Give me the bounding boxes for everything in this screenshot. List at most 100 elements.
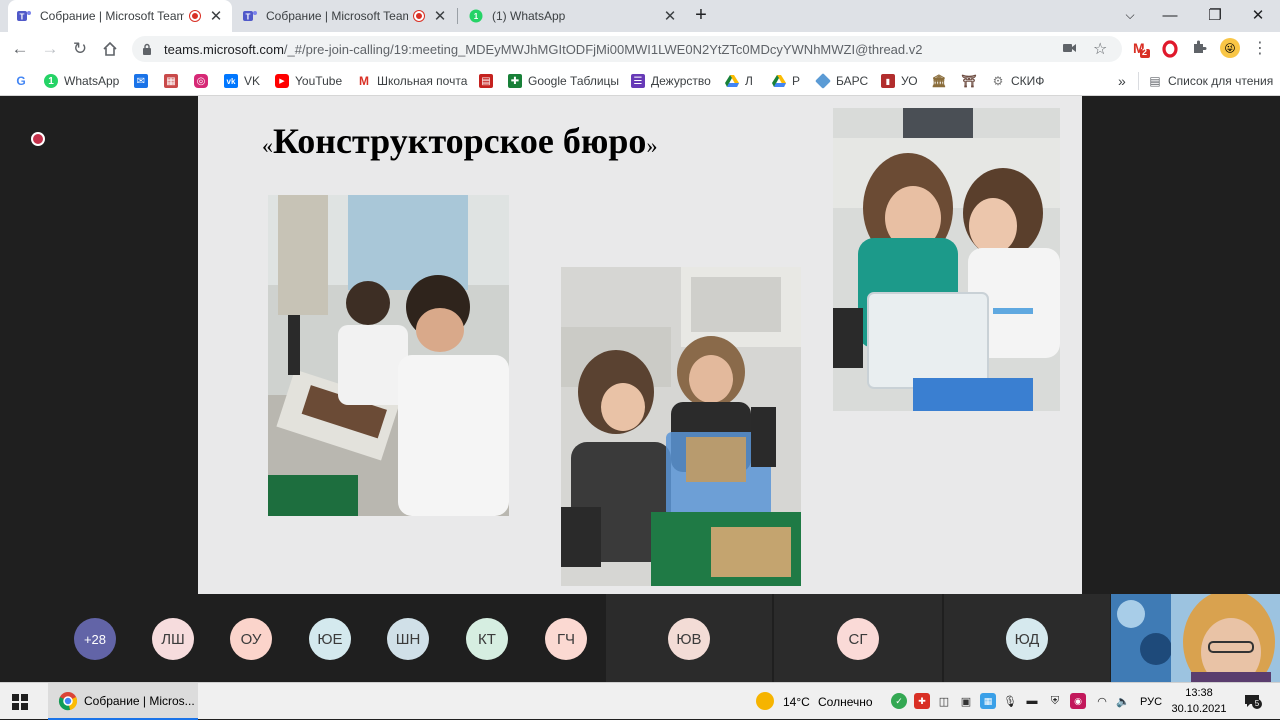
whatsapp-icon: 1: [44, 74, 58, 88]
shield-tray-icon[interactable]: ⛨: [1047, 693, 1063, 709]
clock-time: 13:38: [1185, 687, 1213, 699]
svg-text:1: 1: [474, 12, 479, 21]
participant-tile[interactable]: ЮВ: [606, 594, 772, 682]
taskbar-app-title: Собрание | Micros...: [84, 693, 195, 708]
tab-teams-second[interactable]: T Собрание | Microsoft Teams ✕: [234, 0, 456, 32]
bookmark-skif[interactable]: ⚙ СКИФ: [991, 71, 1045, 91]
microphone-tray-icon[interactable]: 🎙: [1002, 693, 1018, 709]
bookmark-duty[interactable]: ☰ Дежурство: [631, 71, 711, 91]
svg-text:T: T: [246, 13, 251, 22]
close-tab-icon[interactable]: ✕: [432, 7, 448, 25]
bookmark-drive-r[interactable]: Р: [772, 71, 800, 91]
bookmark-label: УО: [901, 74, 918, 88]
participant-avatar[interactable]: ОУ: [230, 618, 272, 660]
meeting-stage: «Конструкторское бюро»: [0, 96, 1280, 594]
opera-extension-icon[interactable]: [1162, 40, 1178, 63]
participant-tile[interactable]: ЮД: [944, 594, 1110, 682]
screenshot-tray-icon[interactable]: ▦: [980, 693, 996, 709]
bookmark-app[interactable]: ▦: [164, 71, 184, 91]
close-tab-icon[interactable]: ✕: [208, 7, 224, 25]
bookmarks-overflow-button[interactable]: »: [1118, 71, 1126, 91]
bookmark-star-icon[interactable]: ☆: [1093, 39, 1107, 59]
more-participants-button[interactable]: +28: [74, 618, 116, 660]
profile-avatar[interactable]: 😜: [1220, 38, 1240, 58]
participant-avatar[interactable]: ЮЕ: [309, 618, 351, 660]
forward-arrow-icon[interactable]: →: [38, 37, 62, 61]
minimize-button[interactable]: —: [1148, 0, 1192, 30]
bookmark-building[interactable]: 🏛: [931, 71, 952, 91]
close-window-button[interactable]: ✕: [1236, 0, 1280, 30]
back-arrow-icon[interactable]: ←: [8, 37, 32, 61]
google-icon: G: [16, 74, 26, 88]
volume-icon[interactable]: 🔈: [1115, 693, 1131, 709]
start-button[interactable]: [12, 683, 28, 720]
participant-tile[interactable]: СГ: [774, 594, 942, 682]
bookmark-mail[interactable]: ✉: [134, 71, 154, 91]
reading-list-button[interactable]: ▤ Список для чтения: [1148, 71, 1273, 91]
participant-avatar[interactable]: ЛШ: [152, 618, 194, 660]
tab-whatsapp[interactable]: 1 (1) WhatsApp ✕: [460, 0, 686, 32]
close-tab-icon[interactable]: ✕: [662, 7, 678, 25]
weather-condition[interactable]: Солнечно: [818, 683, 873, 720]
bookmark-youtube[interactable]: ▶ YouTube: [275, 71, 342, 91]
chrome-icon: [58, 691, 78, 711]
slide-photo-1: [268, 195, 509, 516]
recording-indicator-icon: [190, 11, 200, 21]
bookmark-bars[interactable]: БАРС: [815, 71, 868, 91]
bookmark-label: WhatsApp: [64, 74, 120, 88]
extensions-puzzle-icon[interactable]: [1191, 39, 1207, 60]
weather-sun-icon: [756, 692, 774, 710]
self-video-tile[interactable]: [1111, 594, 1280, 682]
notification-center-icon[interactable]: 5: [1243, 692, 1262, 710]
display-tray-icon[interactable]: ▣: [958, 693, 974, 709]
mail-extension-icon[interactable]: M 2: [1132, 40, 1150, 58]
camera-icon[interactable]: [1062, 41, 1078, 58]
bookmark-label: Школьная почта: [377, 74, 468, 88]
new-tab-button[interactable]: +: [688, 0, 714, 30]
bookmark-vk[interactable]: vk VK: [224, 71, 260, 91]
wifi-icon[interactable]: ◠: [1094, 693, 1110, 709]
bookmarks-bar: G 1 WhatsApp ✉ ▦ ◎ vk VK ▶ YouTube M Шко…: [0, 66, 1280, 96]
check-tray-icon[interactable]: ✓: [891, 693, 907, 709]
red-app-icon: ▤: [479, 74, 493, 88]
tab-strip: T Собрание | Microsoft Teams ✕ T Собрани…: [0, 0, 1280, 32]
svg-text:T: T: [20, 13, 25, 22]
reload-icon[interactable]: ↻: [68, 37, 92, 61]
tab-title: Собрание | Microsoft Teams: [266, 9, 408, 23]
tab-search-icon[interactable]: ⌵: [1108, 0, 1152, 30]
bookmark-school-mail[interactable]: M Школьная почта: [357, 71, 467, 91]
antivirus-tray-icon[interactable]: ◉: [1070, 693, 1086, 709]
participants-row: +28 ЛШ ОУ ЮЕ ШН КТ ГЧ ЮВ СГ ЮД: [0, 594, 1280, 682]
browser-menu-icon[interactable]: ⋮: [1252, 38, 1268, 58]
bookmark-red-app[interactable]: ▤: [479, 71, 499, 91]
participant-avatar[interactable]: КТ: [466, 618, 508, 660]
input-language[interactable]: РУС: [1140, 683, 1162, 720]
bookmark-instagram[interactable]: ◎: [194, 71, 214, 91]
participant-avatar[interactable]: ГЧ: [545, 618, 587, 660]
bookmark-google[interactable]: G: [14, 71, 34, 91]
clock-date: 30.10.2021: [1171, 703, 1227, 715]
bookmark-google-sheets[interactable]: ✚ Google Таблицы: [508, 71, 619, 91]
bookmark-whatsapp[interactable]: 1 WhatsApp: [44, 71, 119, 91]
tab-teams-active[interactable]: T Собрание | Microsoft Teams ✕: [8, 0, 232, 32]
tab-separator: [457, 8, 458, 24]
bookmark-drive-l[interactable]: Л: [725, 71, 753, 91]
bookmark-uo[interactable]: ▮ УО: [881, 71, 918, 91]
weather-temperature[interactable]: 14°C: [783, 683, 810, 720]
camera-tray-icon[interactable]: ▬: [1024, 693, 1040, 709]
participant-avatar: СГ: [837, 618, 879, 660]
bookmark-emblem[interactable]: ⛩: [961, 71, 982, 91]
emblem-icon: ⛩: [961, 74, 977, 88]
address-bar[interactable]: teams.microsoft.com/_#/pre-join-calling/…: [132, 36, 1122, 62]
maximize-button[interactable]: ❐: [1193, 0, 1237, 30]
teams-tray-icon[interactable]: ◫: [936, 693, 952, 709]
taskbar-chrome-app[interactable]: Собрание | Micros...: [48, 683, 198, 720]
participant-avatar[interactable]: ШН: [387, 618, 429, 660]
bookmark-label: Л: [745, 74, 753, 88]
taskbar-clock[interactable]: 13:38 30.10.2021: [1170, 685, 1228, 717]
youtube-icon: ▶: [275, 74, 289, 88]
recording-indicator-icon: [414, 11, 424, 21]
home-icon[interactable]: [98, 37, 122, 61]
drive-icon: [725, 74, 739, 88]
red-tray-icon[interactable]: ✚: [914, 693, 930, 709]
